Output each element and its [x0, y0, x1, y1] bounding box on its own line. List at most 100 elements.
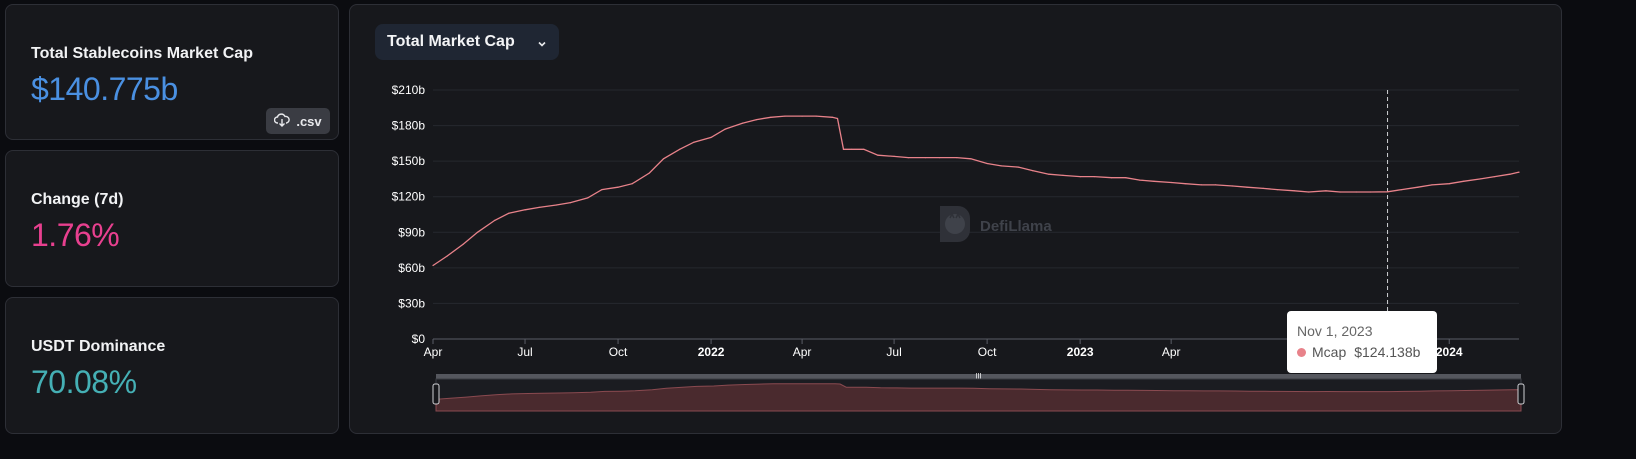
data-point: [1386, 191, 1389, 193]
data-point: [1153, 180, 1155, 182]
data-point: [1308, 191, 1310, 193]
data-point: [462, 243, 464, 245]
data-point: [1509, 173, 1511, 175]
data-point: [432, 264, 434, 267]
data-point: [1125, 177, 1127, 179]
x-tick-label: Jul: [517, 345, 532, 359]
data-point: [601, 189, 603, 191]
y-tick-label: $210b: [392, 83, 426, 97]
hover-tooltip: Nov 1, 2023 Mcap $124.138b: [1287, 311, 1437, 373]
data-point: [924, 157, 927, 159]
x-tick-label: 2023: [1067, 345, 1094, 359]
brush-left-handle[interactable]: [432, 383, 440, 405]
data-point: [1139, 179, 1141, 181]
data-point: [1480, 178, 1482, 180]
tooltip-value: $124.138b: [1354, 344, 1421, 360]
x-tick-label: Apr: [1162, 345, 1181, 359]
data-point: [1369, 191, 1371, 193]
data-point: [1262, 187, 1264, 189]
x-tick-label: 2024: [1436, 345, 1463, 359]
data-point: [1215, 184, 1217, 186]
data-point: [1093, 176, 1095, 178]
data-point: [587, 197, 589, 199]
data-point: [1200, 184, 1203, 186]
data-point: [724, 128, 726, 130]
data-point: [842, 148, 845, 150]
data-point: [1293, 190, 1296, 192]
data-point: [679, 148, 681, 150]
y-tick-label: $60b: [398, 261, 425, 275]
x-tick-label: Jul: [886, 345, 901, 359]
data-point: [815, 115, 817, 117]
y-tick-label: $30b: [398, 296, 425, 310]
data-point: [710, 136, 712, 138]
data-point: [1462, 180, 1464, 182]
data-point: [907, 157, 909, 159]
market-cap-chart[interactable]: $0 $30b $60b $90b $120b $150b $180b $210b Apr Jul…: [0, 0, 1636, 459]
data-point: [1232, 185, 1234, 187]
x-tick-label: Apr: [424, 345, 443, 359]
data-point: [1000, 165, 1002, 167]
data-point: [569, 202, 572, 204]
data-point: [836, 117, 839, 120]
data-point: [1494, 176, 1496, 178]
data-point: [648, 172, 651, 174]
data-point: [1448, 183, 1450, 185]
data-point: [631, 183, 633, 185]
tooltip-date: Nov 1, 2023: [1297, 323, 1373, 339]
data-point: [877, 154, 879, 156]
data-point: [693, 141, 695, 143]
data-point: [1276, 189, 1278, 191]
data-point: [863, 148, 865, 150]
data-point: [784, 115, 786, 117]
data-point: [851, 148, 853, 150]
llama-logo-icon: [936, 204, 972, 248]
data-point: [1417, 186, 1419, 188]
y-tick-label: $0: [412, 332, 426, 346]
data-point: [1518, 171, 1520, 173]
y-tick-label: $120b: [392, 190, 426, 204]
data-point: [524, 209, 526, 211]
data-point: [986, 162, 988, 165]
data-point: [1339, 191, 1341, 193]
data-point: [970, 158, 972, 160]
tooltip-series: Mcap: [1312, 344, 1347, 360]
data-point: [1079, 176, 1081, 178]
data-point: [1062, 174, 1064, 176]
data-point: [831, 116, 834, 118]
data-point: [1325, 190, 1327, 192]
data-point: [1355, 191, 1357, 193]
x-tick-label: 2022: [698, 345, 725, 359]
data-point: [555, 204, 558, 206]
data-point: [1184, 183, 1186, 185]
series-dot: [1297, 347, 1306, 357]
x-tick-label: Apr: [793, 345, 812, 359]
watermark-text: DefiLlama: [980, 217, 1052, 235]
data-point: [1048, 173, 1050, 175]
data-point: [939, 157, 941, 159]
data-point: [1170, 181, 1172, 184]
x-tick-label: Oct: [609, 345, 628, 359]
y-tick-label: $180b: [392, 119, 426, 133]
data-point: [662, 158, 665, 160]
brush-right-handle[interactable]: [1517, 383, 1525, 405]
data-point: [476, 231, 479, 233]
data-point: [538, 206, 540, 208]
data-point: [617, 186, 619, 188]
x-tick-label: Oct: [978, 345, 997, 359]
data-point: [1032, 170, 1034, 172]
data-point: [1431, 184, 1433, 186]
data-point: [741, 122, 744, 124]
data-point: [494, 219, 496, 221]
data-point: [508, 212, 510, 214]
data-point: [770, 116, 772, 118]
y-tick-label: $150b: [392, 154, 426, 168]
data-point: [446, 255, 448, 257]
data-point: [1110, 177, 1113, 179]
data-point: [756, 119, 758, 121]
data-point: [1246, 186, 1248, 188]
defillama-watermark: DefiLlama: [936, 204, 1052, 248]
y-tick-label: $90b: [398, 225, 425, 239]
data-point: [893, 155, 895, 157]
data-point: [956, 157, 958, 159]
